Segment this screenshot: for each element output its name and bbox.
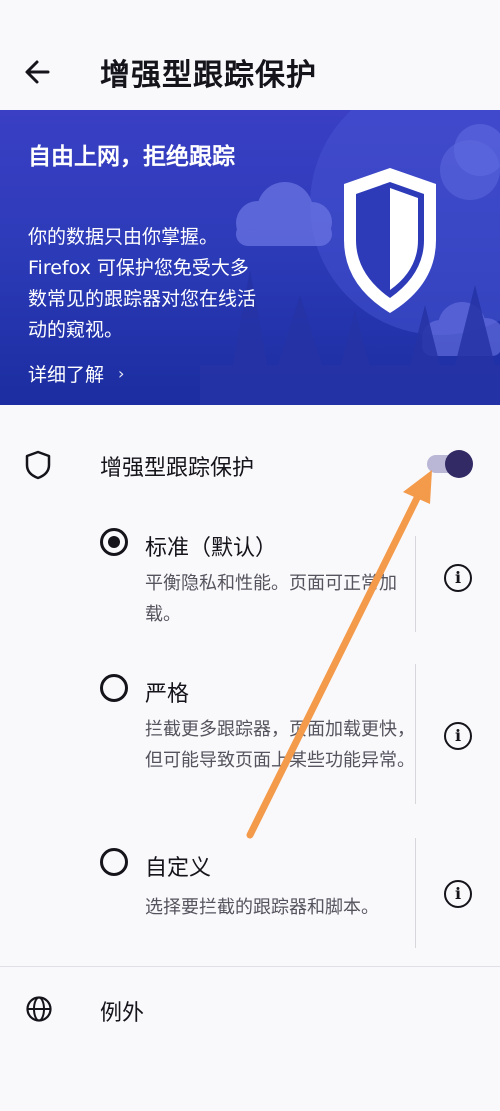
option-strict-description: 拦截更多跟踪器，页面加载更快，但可能导致页面上某些功能异常。 — [145, 719, 415, 771]
etp-toggle-switch[interactable] — [427, 450, 475, 478]
learn-more-label: 详细了解 — [28, 364, 105, 386]
learn-more-link[interactable]: 详细了解 › — [28, 360, 124, 387]
hero-description: 你的数据只由你掌握。Firefox 可保护您免受大多数常见的跟踪器对您在线活动的… — [28, 226, 257, 341]
globe-icon — [26, 996, 52, 1022]
chevron-right-icon: › — [118, 364, 125, 383]
exceptions-row[interactable]: 例外 — [0, 975, 500, 1045]
exceptions-label: 例外 — [100, 1001, 145, 1026]
divider — [415, 536, 416, 632]
etp-toggle-label: 增强型跟踪保护 — [100, 456, 255, 481]
shield-outline-icon — [25, 450, 51, 480]
info-icon[interactable]: i — [444, 722, 472, 750]
info-icon[interactable]: i — [444, 880, 472, 908]
option-standard-title: 标准（默认） — [145, 536, 278, 561]
info-icon[interactable]: i — [444, 564, 472, 592]
hero-title: 自由上网，拒绝跟踪 — [28, 144, 235, 170]
app-bar: 增强型跟踪保护 — [0, 0, 500, 110]
option-custom-description: 选择要拦截的跟踪器和脚本。 — [145, 897, 379, 918]
section-divider — [0, 966, 500, 967]
toggle-thumb — [445, 450, 473, 478]
etp-toggle-row[interactable]: 增强型跟踪保护 — [0, 420, 500, 502]
page-title: 增强型跟踪保护 — [100, 58, 317, 93]
option-standard-description: 平衡隐私和性能。页面可正常加载。 — [145, 573, 397, 625]
option-custom-title: 自定义 — [145, 856, 212, 881]
arrow-left-icon[interactable] — [18, 52, 58, 92]
radio-standard[interactable] — [100, 528, 128, 556]
option-strict-title: 严格 — [145, 682, 190, 707]
hero-banner: 自由上网，拒绝跟踪 你的数据只由你掌握。Firefox 可保护您免受大多数常见的… — [0, 110, 500, 405]
divider — [415, 664, 416, 804]
radio-strict[interactable] — [100, 674, 128, 702]
divider — [415, 838, 416, 948]
radio-custom[interactable] — [100, 848, 128, 876]
